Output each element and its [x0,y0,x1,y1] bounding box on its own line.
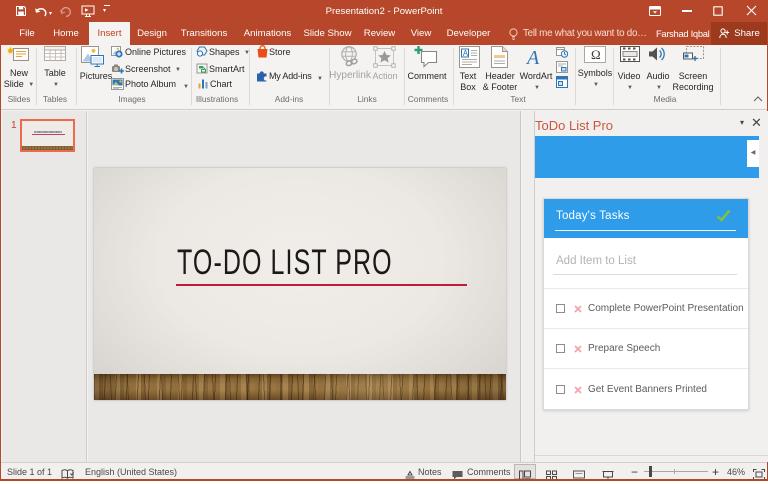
svg-text:A: A [525,47,540,66]
svg-text:A: A [463,49,469,58]
svg-text:Ω: Ω [591,47,601,62]
